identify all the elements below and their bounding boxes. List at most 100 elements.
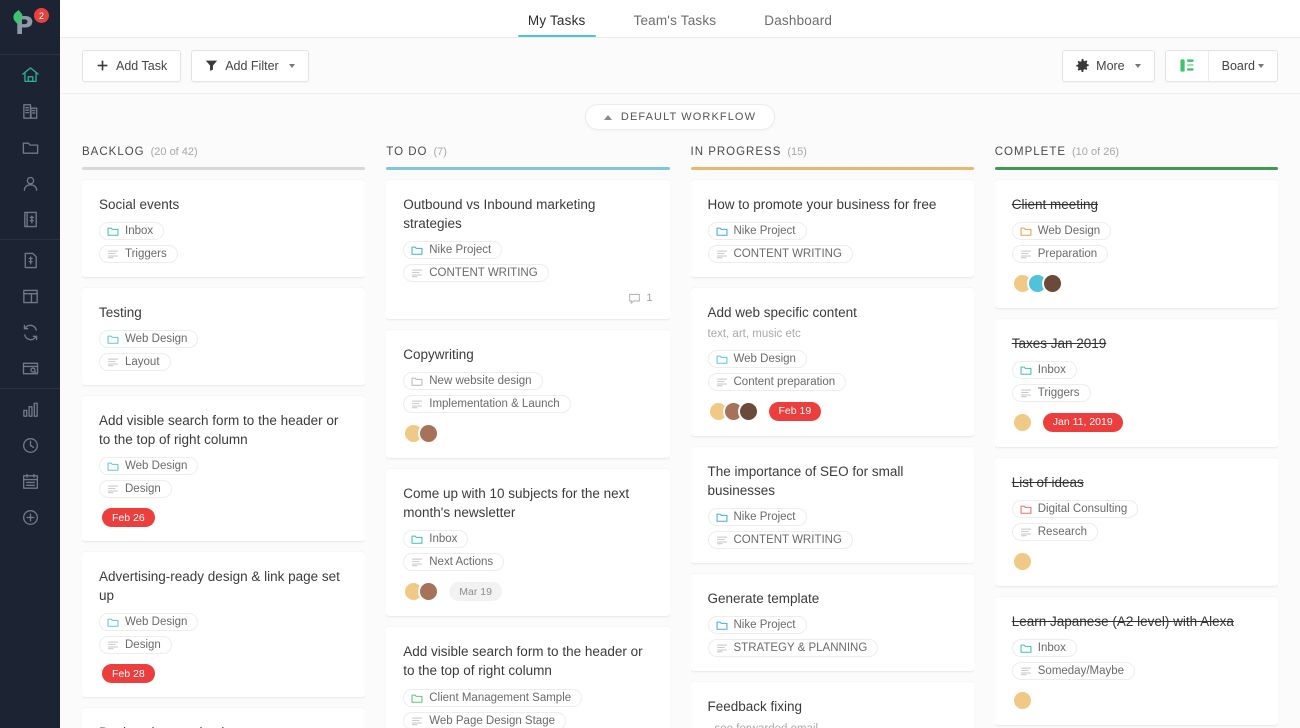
workflow-toggle[interactable]: DEFAULT WORKFLOW	[584, 104, 776, 130]
tab-dashboard[interactable]: Dashboard	[740, 13, 856, 37]
task-tag[interactable]: Client Management Sample	[403, 688, 583, 707]
task-card[interactable]: Add visible search form to the header or…	[82, 395, 366, 542]
task-tag[interactable]: Digital Consulting	[1011, 499, 1139, 518]
app-logo[interactable]: P 2	[0, 0, 60, 52]
due-date-badge[interactable]: Jan 11, 2019	[1042, 412, 1123, 432]
due-date-badge[interactable]: Feb 26	[102, 508, 155, 528]
comment-count[interactable]: 1	[628, 292, 653, 305]
task-footer: Feb 19	[707, 400, 957, 422]
avatar[interactable]	[1011, 411, 1033, 433]
task-description: - see forwarded email	[708, 721, 957, 728]
task-card[interactable]: Outbound vs Inbound marketing strategies…	[386, 179, 670, 319]
sidebar-item-chart[interactable]	[0, 391, 60, 427]
task-tag[interactable]: Layout	[99, 352, 171, 371]
task-tag[interactable]: Research	[1011, 522, 1098, 541]
sidebar-item-invoice[interactable]	[0, 242, 60, 278]
due-date-badge[interactable]: Mar 19	[449, 582, 502, 602]
task-tag[interactable]: Web Design	[1011, 221, 1112, 240]
task-tag[interactable]: CONTENT WRITING	[403, 263, 549, 282]
sidebar-item-folder[interactable]	[0, 129, 60, 165]
task-card[interactable]: Testing Web Design Layout	[82, 287, 366, 385]
board-icon-button[interactable]	[1166, 51, 1208, 81]
due-date-badge[interactable]: Feb 28	[102, 664, 155, 684]
task-tag[interactable]: CONTENT WRITING	[707, 244, 853, 263]
task-tag[interactable]: Web Design	[707, 349, 807, 368]
task-tag[interactable]: Inbox	[403, 530, 469, 549]
sidebar-item-clock[interactable]	[0, 427, 60, 463]
task-tag[interactable]: Design	[99, 480, 172, 499]
assignee-avatars	[707, 400, 759, 422]
task-card[interactable]: How to promote your business for free Nik…	[690, 179, 974, 277]
sidebar-item-person[interactable]	[0, 165, 60, 201]
task-title: Add visible search form to the header or…	[403, 644, 643, 679]
task-tag[interactable]: Inbox	[1011, 639, 1077, 658]
board-view-button[interactable]: Board	[1207, 50, 1277, 81]
company-icon	[22, 103, 37, 119]
task-tag[interactable]: Triggers	[1011, 383, 1091, 402]
add-task-label: Add Task	[116, 58, 168, 73]
task-tag[interactable]: Next Actions	[403, 553, 505, 572]
avatar[interactable]	[418, 581, 440, 603]
sidebar-item-company[interactable]	[0, 93, 60, 129]
task-tag[interactable]: Triggers	[99, 244, 178, 263]
task-card[interactable]: Social events Inbox Triggers	[82, 179, 366, 277]
task-tag[interactable]: Content preparation	[707, 372, 847, 391]
task-tag-label: CONTENT WRITING	[733, 534, 842, 547]
task-card[interactable]: Learn Japanese (A2 level) with Alexa Inbo…	[994, 596, 1278, 726]
task-card[interactable]: Generate template Nike Project STRATEGY & …	[690, 574, 974, 672]
avatar[interactable]	[1041, 272, 1063, 294]
task-tag[interactable]: Someday/Maybe	[1011, 662, 1136, 681]
more-button[interactable]: More	[1062, 49, 1155, 82]
task-tags: Client Management Sample Web Page Design …	[403, 688, 652, 728]
sidebar-item-add[interactable]	[0, 499, 60, 535]
tab-my-tasks[interactable]: My Tasks	[504, 13, 610, 37]
task-tag[interactable]: Design	[99, 636, 172, 655]
task-tag[interactable]: Inbox	[1011, 360, 1077, 379]
task-card[interactable]: Copywriting New website design Implementat…	[386, 329, 670, 458]
avatar[interactable]	[1011, 690, 1033, 712]
task-tag[interactable]: Nike Project	[403, 240, 503, 259]
avatar[interactable]	[418, 422, 440, 444]
column-count: (15)	[787, 146, 807, 158]
task-card[interactable]: The importance of SEO for small business…	[690, 446, 974, 564]
task-card[interactable]: Add web specific content text, art, music…	[690, 287, 974, 436]
task-card[interactable]: Add visible search form to the header or…	[386, 627, 670, 728]
task-tags: Inbox Triggers	[1011, 360, 1261, 402]
task-tag[interactable]: Web Design	[99, 329, 199, 348]
sidebar-item-home[interactable]	[0, 57, 60, 93]
tab-team-s-tasks[interactable]: Team's Tasks	[610, 13, 741, 37]
list-icon	[108, 358, 118, 367]
sidebar-item-ledger[interactable]	[0, 201, 60, 237]
avatar[interactable]	[1011, 550, 1033, 572]
task-tag[interactable]: Web Design	[99, 613, 199, 632]
task-title: Add visible search form to the header or…	[99, 412, 339, 447]
add-task-button[interactable]: Add Task	[82, 49, 182, 82]
task-card[interactable]: Design clear navigation	[82, 708, 366, 728]
task-tag[interactable]: Web Design	[99, 457, 199, 476]
task-tag[interactable]: New website design	[403, 371, 543, 390]
task-card[interactable]: Client meeting Web Design Preparation	[994, 179, 1278, 308]
sidebar-item-card-search[interactable]	[0, 350, 60, 386]
task-card[interactable]: Taxes Jan 2019 Inbox Triggers Jan 11, 2019	[994, 318, 1278, 447]
due-date-badge[interactable]: Feb 19	[768, 401, 822, 421]
notification-badge[interactable]: 2	[34, 8, 49, 23]
task-tag[interactable]: Inbox	[99, 221, 165, 240]
task-card[interactable]: Advertising-ready design & link page set…	[82, 552, 366, 698]
task-tag[interactable]: STRATEGY & PLANNING	[707, 639, 879, 658]
task-tag[interactable]: Nike Project	[707, 221, 807, 240]
clock-icon	[22, 437, 38, 453]
task-tag[interactable]: CONTENT WRITING	[707, 531, 853, 550]
sidebar-item-sync[interactable]	[0, 314, 60, 350]
sidebar-item-window[interactable]	[0, 278, 60, 314]
task-card[interactable]: List of ideas Digital Consulting Research	[994, 457, 1278, 586]
task-card[interactable]: Come up with 10 subjects for the next mo…	[386, 468, 670, 617]
avatar[interactable]	[737, 400, 759, 422]
task-tag[interactable]: Web Page Design Stage	[403, 711, 566, 728]
task-tag[interactable]: Nike Project	[707, 616, 807, 635]
task-tag[interactable]: Nike Project	[707, 508, 807, 527]
task-tag[interactable]: Implementation & Launch	[403, 394, 571, 413]
sidebar-item-calendar[interactable]	[0, 463, 60, 499]
task-card[interactable]: Feedback fixing - see forwarded email	[690, 682, 974, 728]
add-filter-button[interactable]: Add Filter	[191, 49, 309, 82]
task-tag[interactable]: Preparation	[1011, 244, 1109, 263]
